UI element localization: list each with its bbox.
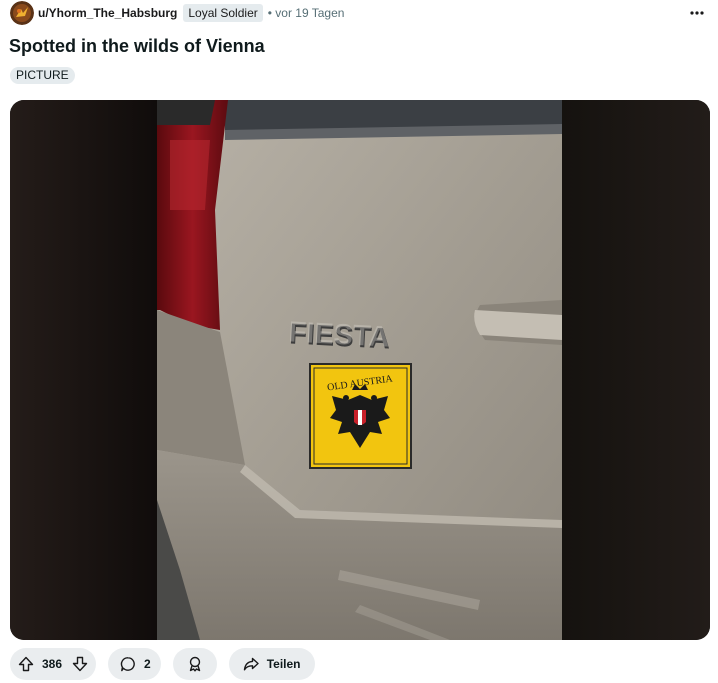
user-avatar[interactable]	[10, 1, 34, 25]
more-options-button[interactable]	[686, 3, 708, 23]
comment-count: 2	[144, 657, 151, 671]
downvote-icon	[72, 656, 88, 672]
award-icon	[185, 654, 205, 674]
comments-button[interactable]: 2	[108, 648, 161, 680]
share-label: Teilen	[266, 657, 301, 671]
old-austria-sticker: OLD AUSTRIA	[309, 363, 412, 469]
more-horizontal-icon	[690, 11, 704, 15]
blur-side-right	[562, 100, 710, 640]
user-flair-badge: Loyal Soldier	[183, 4, 263, 22]
post-flair-tag[interactable]: PICTURE	[10, 67, 75, 84]
post-title[interactable]: Spotted in the wilds of Vienna	[9, 36, 265, 57]
share-button[interactable]: Teilen	[228, 648, 315, 680]
username-link[interactable]: u/Yhorm_The_Habsburg	[38, 6, 177, 20]
award-button[interactable]	[172, 648, 217, 680]
post-actions: 386 2 Teilen	[10, 648, 327, 680]
downvote-button[interactable]	[70, 654, 90, 674]
post-timestamp: • vor 19 Tagen	[267, 6, 345, 20]
upvote-button[interactable]	[16, 654, 36, 674]
vote-bar: 386	[10, 648, 97, 680]
vote-count: 386	[42, 657, 63, 671]
comment-icon	[118, 654, 138, 674]
post-header: u/Yhorm_The_Habsburg Loyal Soldier • vor…	[10, 1, 710, 25]
car-badge: FIESTA FIESTA	[288, 316, 391, 355]
share-icon	[241, 654, 261, 674]
blur-side-left	[10, 100, 157, 640]
svg-text:FIESTA: FIESTA	[288, 316, 391, 353]
post-image[interactable]: FIESTA FIESTA OLD AUSTRIA	[10, 100, 710, 640]
car-photo: FIESTA FIESTA OLD AUSTRIA	[157, 100, 562, 640]
upvote-icon	[18, 656, 34, 672]
